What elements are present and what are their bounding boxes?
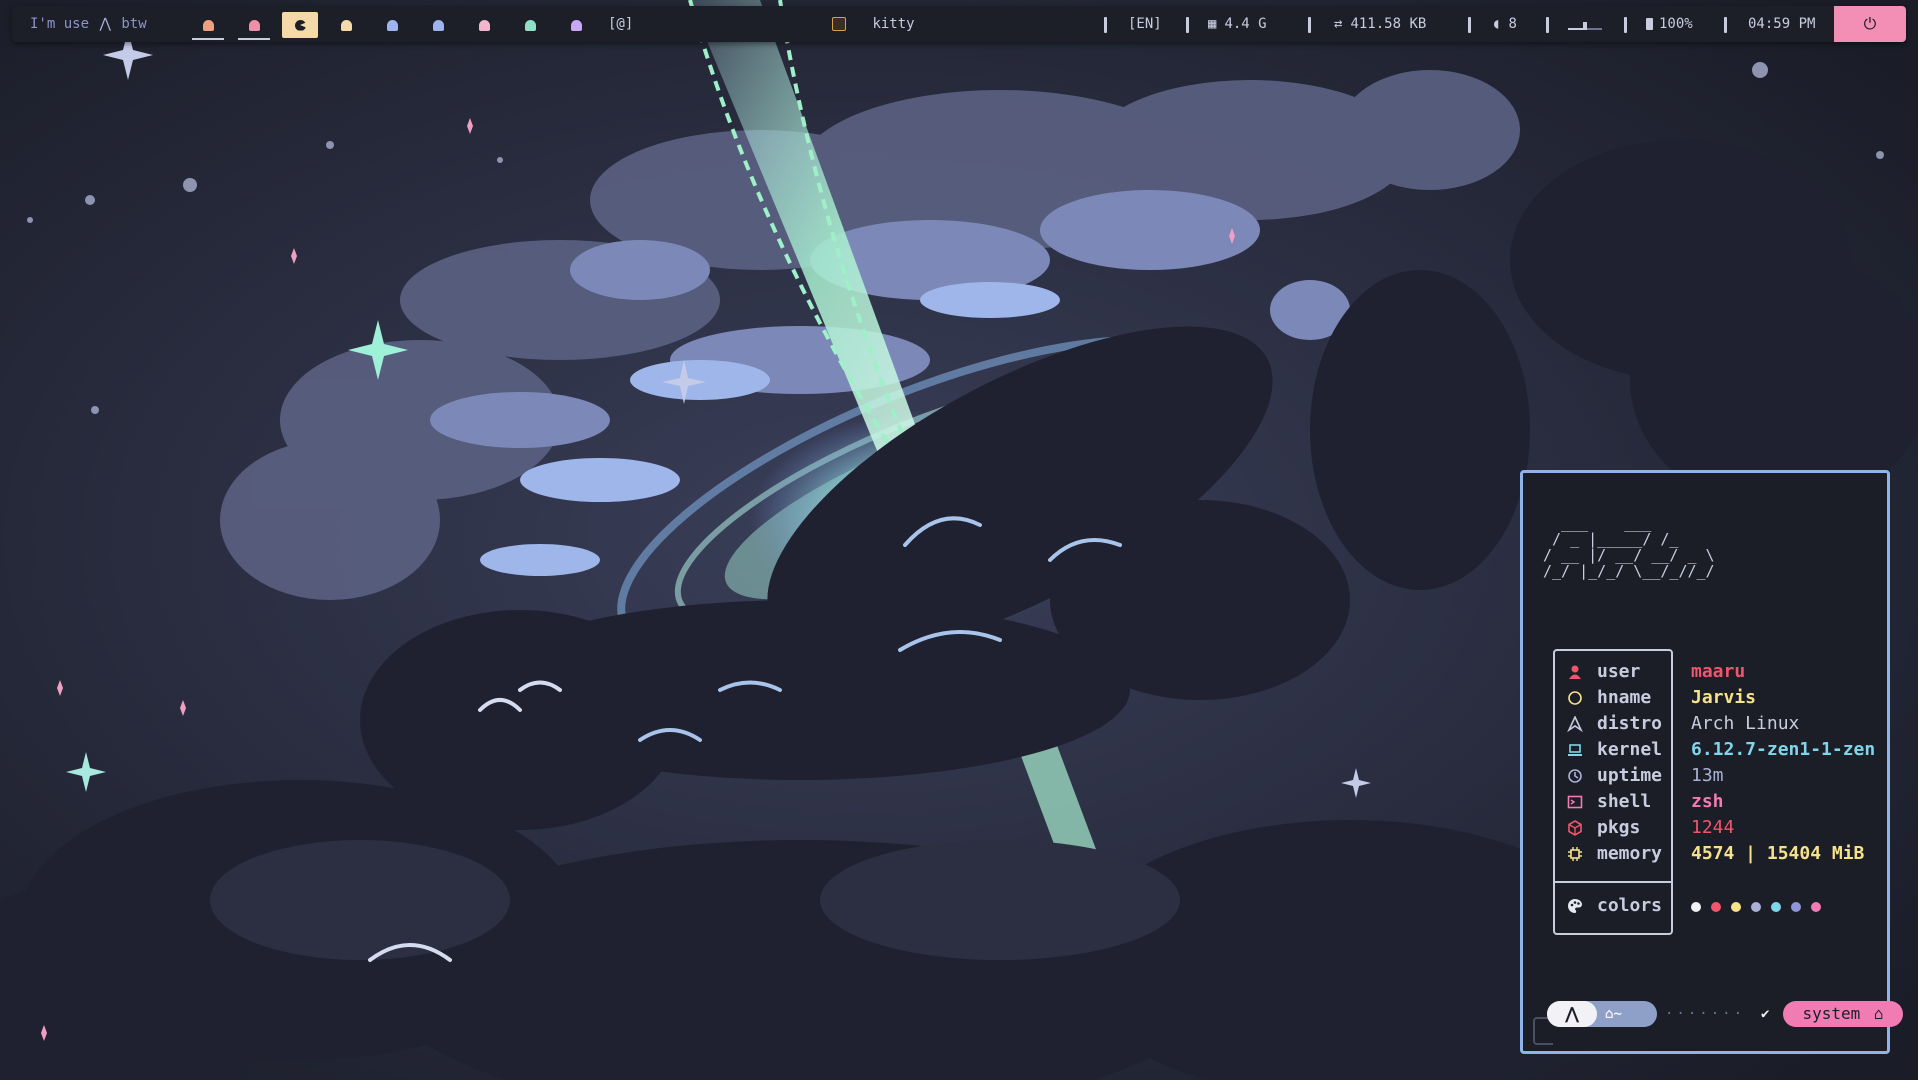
kitty-terminal-window[interactable]: ___ ___ / _ |_____/ /_ / __ |/ __/ __/ _… xyxy=(1520,470,1903,1054)
prompt-system-segment: system ⌂ xyxy=(1783,1001,1903,1027)
arch-logo-icon: ⋀ xyxy=(99,16,111,32)
battery-module: 100% xyxy=(1646,6,1693,42)
memory-usage: 4.4 G xyxy=(1224,16,1267,32)
color-swatch xyxy=(1811,902,1821,912)
hostname-icon xyxy=(1568,691,1582,705)
fetch-info-box: user maaru hname Jarvis distro Arch Linu… xyxy=(1553,649,1875,935)
workspace-5[interactable] xyxy=(374,12,410,38)
color-swatch xyxy=(1791,902,1801,912)
info-row-user: user maaru xyxy=(1555,659,1895,685)
separator xyxy=(1186,17,1189,33)
shell-prompt: ⋀ ⌂~ ······· ✔ system ⌂ xyxy=(1547,999,1903,1029)
separator xyxy=(1624,17,1627,33)
top-bar: I'm use ⋀ btw [@] kitty [EN] ▦ 4.4 G ⇄ 411… xyxy=(12,6,1906,42)
clock[interactable]: 04:59 PM xyxy=(1748,6,1815,42)
color-swatch xyxy=(1711,902,1721,912)
window-title: kitty xyxy=(872,16,915,32)
distro-icon xyxy=(1567,716,1583,732)
user-icon xyxy=(1569,665,1581,679)
laptop-icon xyxy=(1568,744,1582,756)
ghost-icon xyxy=(478,19,490,31)
cpu-module: ◖ 8 xyxy=(1492,6,1517,42)
ghost-icon xyxy=(248,19,260,31)
info-row-hname: hname Jarvis xyxy=(1555,685,1895,711)
info-row-memory: memory 4574 | 15404 MiB xyxy=(1555,841,1895,867)
workspace-4[interactable] xyxy=(328,12,364,38)
separator xyxy=(1308,17,1311,33)
workspace-8[interactable] xyxy=(512,12,548,38)
divider xyxy=(1555,881,1671,883)
chip-icon xyxy=(1568,847,1582,861)
battery-level: 100% xyxy=(1659,16,1693,32)
color-swatch xyxy=(1751,902,1761,912)
greeting: I'm use ⋀ btw xyxy=(30,6,147,42)
keyboard-layout[interactable]: [EN] xyxy=(1128,6,1162,42)
ghost-icon xyxy=(432,19,444,31)
workspace-1[interactable] xyxy=(190,12,226,40)
prompt-system-label: system xyxy=(1802,1004,1861,1023)
color-swatch xyxy=(1731,902,1741,912)
info-row-pkgs: pkgs 1244 xyxy=(1555,815,1895,841)
scratchpad-button[interactable]: [@] xyxy=(608,6,633,42)
ghost-icon xyxy=(202,19,214,31)
home-icon: ⌂ xyxy=(1873,1004,1884,1023)
ghost-icon xyxy=(570,19,582,31)
ram-icon: ▦ xyxy=(1208,16,1217,32)
separator xyxy=(1546,17,1549,33)
battery-icon xyxy=(1646,18,1653,30)
separator xyxy=(1104,17,1107,33)
ghost-icon xyxy=(340,19,352,31)
info-row-distro: distro Arch Linux xyxy=(1555,711,1895,737)
pacman-icon xyxy=(294,19,306,31)
cpu-label: 8 xyxy=(1508,16,1517,32)
prompt-home-label: ~ xyxy=(1613,1006,1622,1022)
network-module: ⇄ 411.58 KB xyxy=(1334,6,1426,42)
color-swatch xyxy=(1771,902,1781,912)
workspace-7[interactable] xyxy=(466,12,502,38)
workspace-2[interactable] xyxy=(236,12,272,40)
greeting-prefix: I'm use xyxy=(30,16,90,32)
active-window: kitty xyxy=(832,6,915,42)
greeting-suffix: btw xyxy=(121,16,147,32)
palette-icon xyxy=(1568,899,1582,913)
transfer-icon: ⇄ xyxy=(1334,16,1343,32)
memory-module: ▦ 4.4 G xyxy=(1208,6,1267,42)
prompt-filler: ······· xyxy=(1665,1006,1746,1022)
info-row-kernel: kernel 6.12.7-zen1-1-zen xyxy=(1555,737,1895,763)
workspace-3[interactable] xyxy=(282,12,318,38)
workspace-6[interactable] xyxy=(420,12,456,38)
separator xyxy=(1724,17,1727,33)
package-icon xyxy=(1568,820,1582,836)
terminal-icon xyxy=(1567,795,1583,809)
network-rate: 411.58 KB xyxy=(1350,16,1427,32)
arch-logo-icon: ⋀ xyxy=(1547,1001,1597,1027)
volume-module[interactable] xyxy=(1568,6,1602,42)
arch-ascii-logo: ___ ___ / _ |_____/ /_ / __ |/ __/ __/ _… xyxy=(1543,514,1715,580)
volume-bar-icon xyxy=(1568,18,1602,30)
power-button[interactable]: ⏻ xyxy=(1834,6,1906,42)
prompt-path-segment: ⋀ ⌂~ xyxy=(1547,1001,1657,1027)
info-row-uptime: uptime 13m xyxy=(1555,763,1895,789)
info-row-shell: shell zsh xyxy=(1555,789,1895,815)
power-icon: ⏻ xyxy=(1863,14,1877,33)
kitty-icon xyxy=(832,17,846,31)
ghost-icon xyxy=(524,19,536,31)
separator xyxy=(1468,17,1471,33)
ghost-icon xyxy=(386,19,398,31)
color-swatch xyxy=(1691,902,1701,912)
clock-icon xyxy=(1568,769,1582,783)
check-icon: ✔ xyxy=(1761,1006,1770,1022)
workspace-9[interactable] xyxy=(558,12,594,38)
pacman-icon: ◖ xyxy=(1492,16,1501,32)
info-row-colors: colors xyxy=(1555,893,1895,919)
